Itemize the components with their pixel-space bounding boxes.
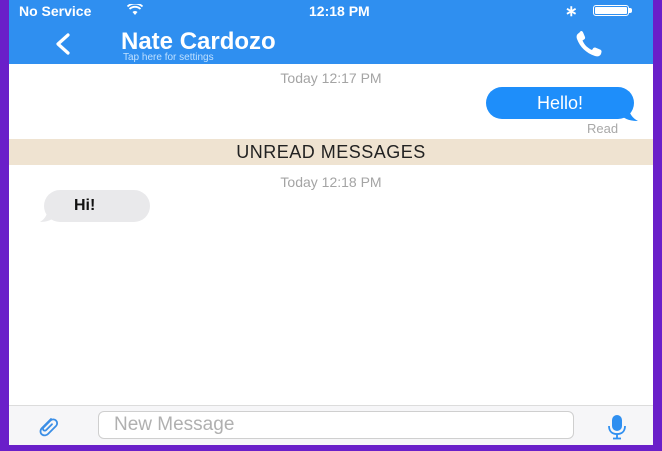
conversation-header[interactable]: Nate Cardozo Tap here for settings xyxy=(9,22,653,64)
wifi-icon xyxy=(127,4,143,15)
message-composer xyxy=(9,405,653,445)
outgoing-message-bubble[interactable]: Hello! xyxy=(486,87,634,119)
message-timestamp: Today 12:17 PM xyxy=(280,70,382,86)
phone-icon[interactable] xyxy=(574,30,604,58)
status-time: 12:18 PM xyxy=(309,3,370,19)
incoming-message-text: Hi! xyxy=(74,197,96,214)
messaging-screen: No Service 12:18 PM ∗ Nate Cardozo Tap h… xyxy=(9,0,653,451)
carrier-label: No Service xyxy=(19,3,92,19)
message-timestamp: Today 12:18 PM xyxy=(280,174,382,190)
unread-messages-banner: UNREAD MESSAGES xyxy=(9,139,653,165)
status-bar: No Service 12:18 PM ∗ xyxy=(9,0,653,22)
settings-hint[interactable]: Tap here for settings xyxy=(123,52,214,63)
bluetooth-icon: ∗ xyxy=(565,3,578,20)
battery-tip xyxy=(629,8,632,13)
microphone-icon[interactable] xyxy=(607,414,627,440)
read-receipt: Read xyxy=(587,121,619,136)
paperclip-icon[interactable] xyxy=(37,415,59,437)
chevron-left-icon[interactable] xyxy=(51,32,75,56)
outgoing-message-text: Hello! xyxy=(536,93,584,113)
new-message-input[interactable] xyxy=(98,411,574,439)
incoming-message-bubble[interactable]: Hi! xyxy=(44,190,150,222)
battery-icon xyxy=(593,5,629,16)
